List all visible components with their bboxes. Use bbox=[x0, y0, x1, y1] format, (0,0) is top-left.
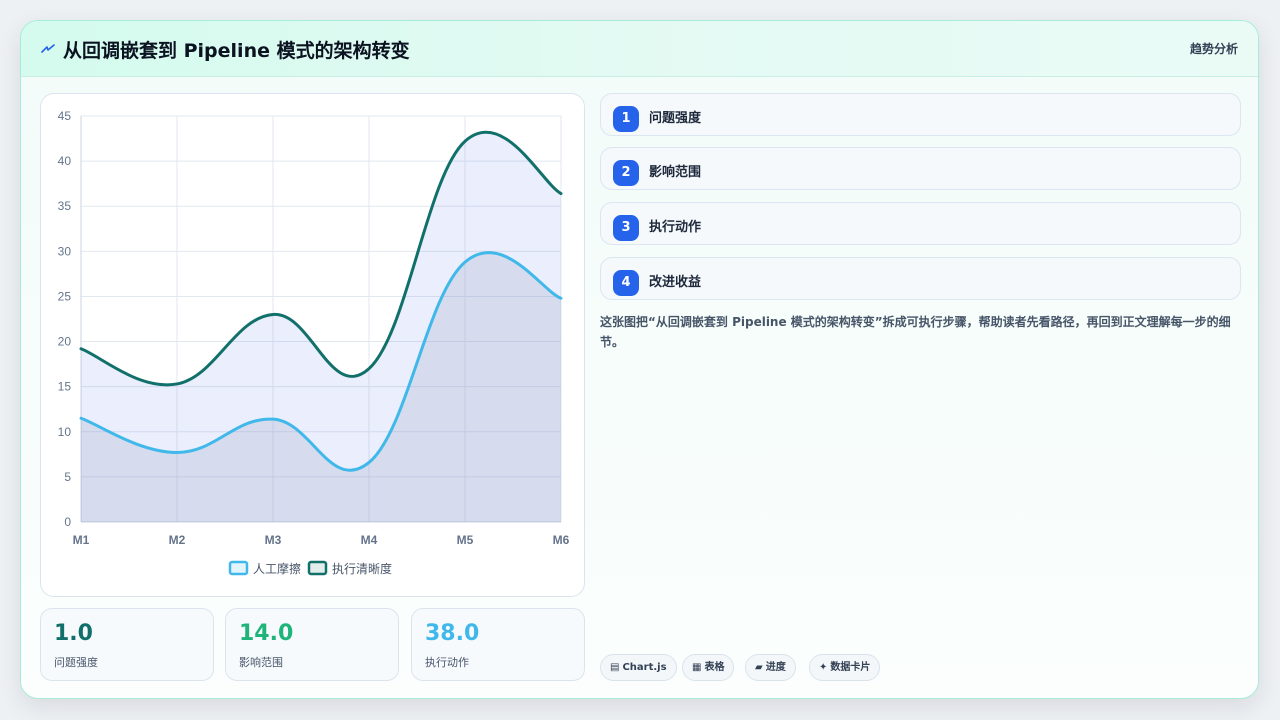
bolt-icon bbox=[41, 44, 55, 53]
pill-label: 数据卡片 bbox=[830, 662, 871, 673]
step-item-3[interactable]: 3 执行动作 bbox=[600, 202, 1241, 245]
stat-label: 问题强度 bbox=[54, 656, 98, 669]
pill-progress[interactable]: ▰ 进度 bbox=[745, 654, 796, 681]
y-tick-label: 0 bbox=[64, 515, 71, 529]
x-tick-label: M2 bbox=[169, 533, 186, 547]
legend-swatch bbox=[228, 560, 249, 576]
pill-table[interactable]: ▦ 表格 bbox=[682, 654, 735, 681]
stat-label: 执行动作 bbox=[425, 656, 469, 669]
x-tick-label: M6 bbox=[553, 533, 570, 547]
y-tick-label: 25 bbox=[58, 289, 72, 303]
pill-label: 进度 bbox=[765, 662, 786, 673]
pill-data-card[interactable]: ✦ 数据卡片 bbox=[809, 654, 881, 681]
stat-card-3: 38.0 执行动作 bbox=[411, 608, 585, 681]
header-bar: 从回调嵌套到 Pipeline 模式的架构转变 趋势分析 bbox=[21, 21, 1258, 77]
legend-label: 人工摩擦 bbox=[253, 561, 301, 576]
step-label: 执行动作 bbox=[649, 220, 702, 235]
progress-icon: ▰ bbox=[755, 662, 763, 673]
stat-card-2: 14.0 影响范围 bbox=[225, 608, 399, 681]
page-title: 从回调嵌套到 Pipeline 模式的架构转变 bbox=[63, 40, 410, 62]
step-number-badge: 1 bbox=[613, 106, 639, 132]
stat-card-1: 1.0 问题强度 bbox=[40, 608, 214, 681]
step-item-2[interactable]: 2 影响范围 bbox=[600, 147, 1241, 190]
y-tick-label: 15 bbox=[58, 380, 72, 394]
y-tick-label: 20 bbox=[58, 335, 72, 349]
pill-chartjs[interactable]: ▤ Chart.js bbox=[600, 654, 677, 681]
description-text: 这张图把“从回调嵌套到 Pipeline 模式的架构转变”拆成可执行步骤，帮助读… bbox=[600, 315, 1231, 349]
step-label: 问题强度 bbox=[649, 111, 702, 126]
x-tick-label: M1 bbox=[73, 533, 90, 547]
chart-panel: 0 5 10 15 20 25 30 35 40 45 M1 M2 M3 M4 M5 M6 人工摩擦 执行清晰度 bbox=[40, 93, 585, 597]
legend-swatch bbox=[307, 560, 328, 576]
stat-value: 38.0 bbox=[425, 621, 480, 646]
chart-icon: ▤ bbox=[610, 662, 620, 673]
y-tick-label: 35 bbox=[58, 199, 72, 213]
legend-label: 执行清晰度 bbox=[332, 561, 392, 576]
table-icon: ▦ bbox=[692, 662, 702, 673]
step-number-badge: 3 bbox=[613, 215, 639, 241]
stat-value: 14.0 bbox=[239, 621, 294, 646]
step-number-badge: 2 bbox=[613, 160, 639, 186]
step-item-1[interactable]: 1 问题强度 bbox=[600, 93, 1241, 136]
y-tick-label: 45 bbox=[58, 109, 72, 123]
stat-value: 1.0 bbox=[54, 621, 93, 646]
trend-analysis-tag: 趋势分析 bbox=[1189, 42, 1238, 56]
y-tick-label: 10 bbox=[58, 425, 72, 439]
sparkle-icon: ✦ bbox=[819, 662, 828, 673]
y-tick-label: 5 bbox=[64, 470, 71, 484]
pill-label: Chart.js bbox=[622, 662, 667, 673]
step-number-badge: 4 bbox=[613, 270, 639, 296]
step-label: 改进收益 bbox=[649, 275, 702, 290]
step-item-4[interactable]: 4 改进收益 bbox=[600, 257, 1241, 300]
line-chart: 0 5 10 15 20 25 30 35 40 45 M1 M2 M3 M4 M5 M6 人工摩擦 执行清晰度 bbox=[58, 109, 570, 576]
y-tick-label: 40 bbox=[58, 154, 72, 168]
x-tick-label: M3 bbox=[265, 533, 282, 547]
stat-label: 影响范围 bbox=[239, 656, 283, 669]
step-label: 影响范围 bbox=[649, 165, 702, 180]
y-tick-label: 30 bbox=[58, 244, 72, 258]
x-tick-label: M4 bbox=[361, 533, 378, 547]
x-tick-label: M5 bbox=[457, 533, 474, 547]
pill-label: 表格 bbox=[704, 662, 725, 673]
main-card: 从回调嵌套到 Pipeline 模式的架构转变 趋势分析 0 5 10 15 20 25 3… bbox=[20, 20, 1259, 699]
